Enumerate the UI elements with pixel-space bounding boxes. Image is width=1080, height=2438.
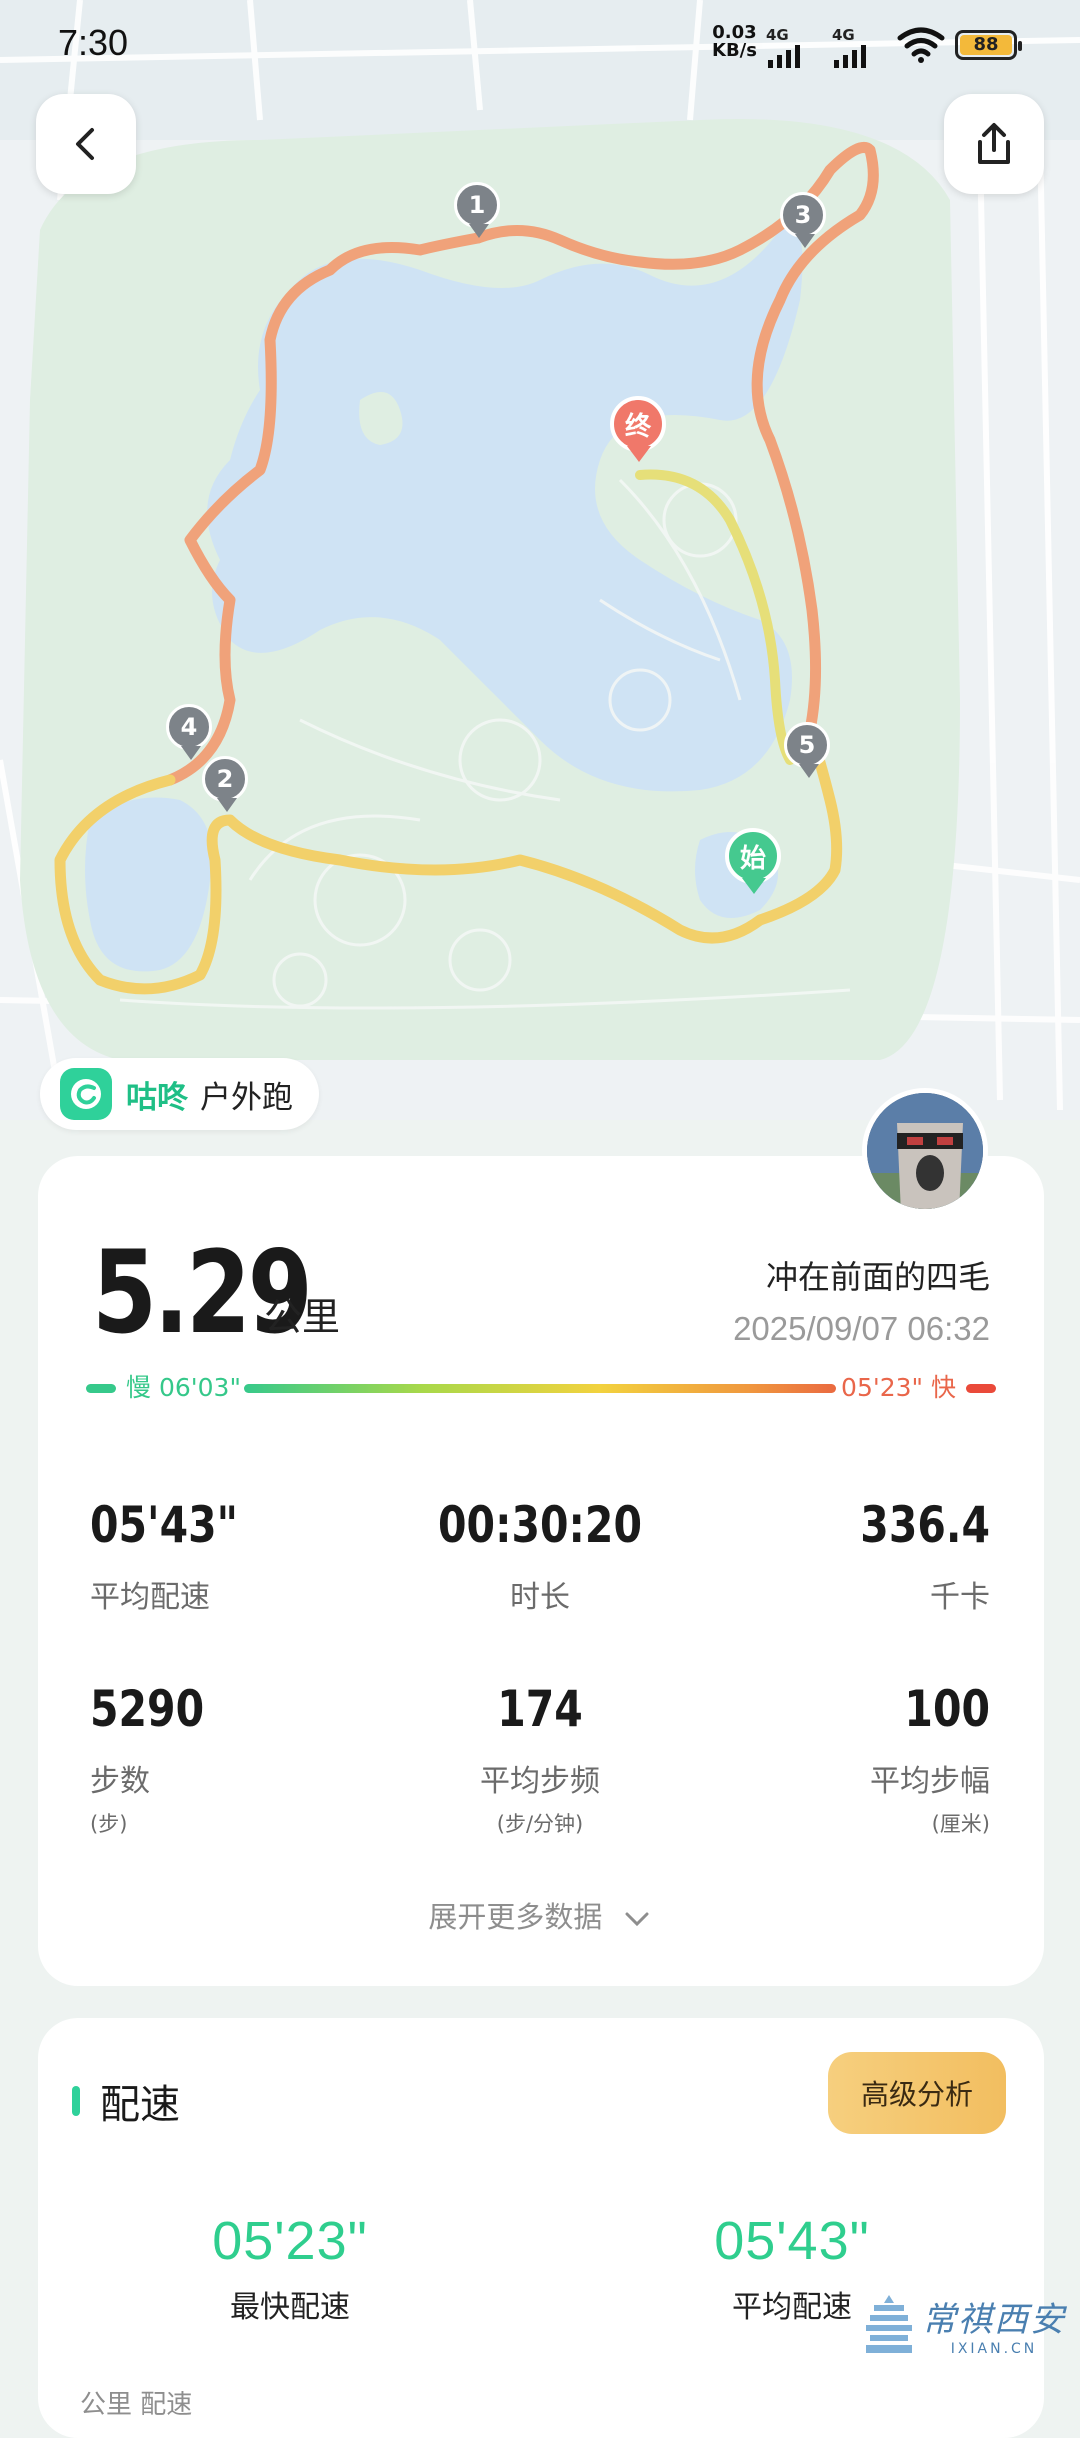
pace-section-title: 配速	[100, 2082, 180, 2128]
checkpoint-marker-2[interactable]: 2	[202, 756, 252, 814]
codoon-logo-icon	[60, 1068, 112, 1120]
network-speed-unit: KB/s	[712, 40, 757, 61]
chevron-down-icon	[625, 1912, 649, 1927]
status-bar: 7:30 0.03 KB/s 4G 4G 88	[0, 0, 1080, 90]
section-accent-bar	[72, 2086, 80, 2116]
share-icon	[978, 123, 1010, 164]
pace-legend-fast-swatch	[966, 1384, 996, 1393]
brand-name: 咕咚	[126, 1079, 188, 1116]
network-speed: 0.03 KB/s	[712, 24, 757, 60]
pace-table-header: 公里 配速	[80, 2390, 193, 2420]
pace-color-legend: 慢 06'03" 05'23" 快	[86, 1370, 996, 1406]
share-button[interactable]	[944, 94, 1044, 194]
user-name: 冲在前面的四毛	[765, 1258, 990, 1296]
watermark-url: IXIAN.CN	[950, 2341, 1038, 2357]
stat-cadence: 174 平均步频 (步/分钟)	[480, 1680, 600, 1836]
expand-more-button[interactable]: 展开更多数据	[0, 1894, 1080, 1936]
cell-signal-icon: 4G	[766, 28, 812, 72]
distance-unit: 公里	[264, 1295, 341, 1339]
end-pin[interactable]: 终	[610, 396, 668, 466]
checkpoint-marker-5[interactable]: 5	[784, 722, 834, 780]
watermark: 常祺西安 IXIAN.CN	[864, 2292, 1066, 2357]
stat-stride: 100 平均步幅 (厘米)	[870, 1680, 990, 1836]
pagoda-logo-icon	[866, 2294, 912, 2353]
activity-type: 户外跑	[200, 1079, 293, 1116]
expand-more-label: 展开更多数据	[428, 1900, 603, 1934]
pace-slow-label: 慢 06'03"	[126, 1373, 241, 1402]
stat-avg-pace: 05'43" 平均配速	[90, 1496, 239, 1615]
checkpoint-marker-1[interactable]: 1	[454, 182, 504, 240]
wifi-icon	[896, 26, 946, 68]
avatar[interactable]	[862, 1088, 988, 1214]
pace-gradient-bar	[244, 1384, 836, 1393]
start-pin[interactable]: 始	[725, 828, 783, 898]
checkpoint-marker-4[interactable]: 4	[166, 704, 216, 762]
status-time: 7:30	[58, 22, 129, 63]
stat-steps: 5290 步数 (步)	[90, 1680, 205, 1836]
pace-fast-label: 05'23" 快	[841, 1373, 956, 1402]
brand-chip: 咕咚 户外跑	[40, 1058, 319, 1130]
advanced-analysis-button[interactable]: 高级分析	[828, 2052, 1006, 2134]
battery-icon: 88	[955, 30, 1022, 60]
map-canvas	[0, 0, 1080, 1120]
pace-legend-slow-swatch	[86, 1384, 116, 1393]
checkpoint-marker-3[interactable]: 3	[780, 192, 830, 250]
watermark-text: 常祺西安	[922, 2300, 1066, 2340]
route-map[interactable]: 1 3 4 2 5 终 始	[0, 0, 1080, 1120]
fastest-pace: 05'23" 最快配速	[212, 2211, 368, 2325]
stat-calories: 336.4 千卡	[860, 1496, 990, 1615]
back-button[interactable]	[36, 94, 136, 194]
cell-signal-2-icon: 4G	[832, 28, 878, 72]
chevron-left-icon	[76, 128, 94, 160]
run-datetime: 2025/09/07 06:32	[733, 1310, 990, 1347]
stat-duration: 00:30:20 时长	[438, 1496, 642, 1615]
